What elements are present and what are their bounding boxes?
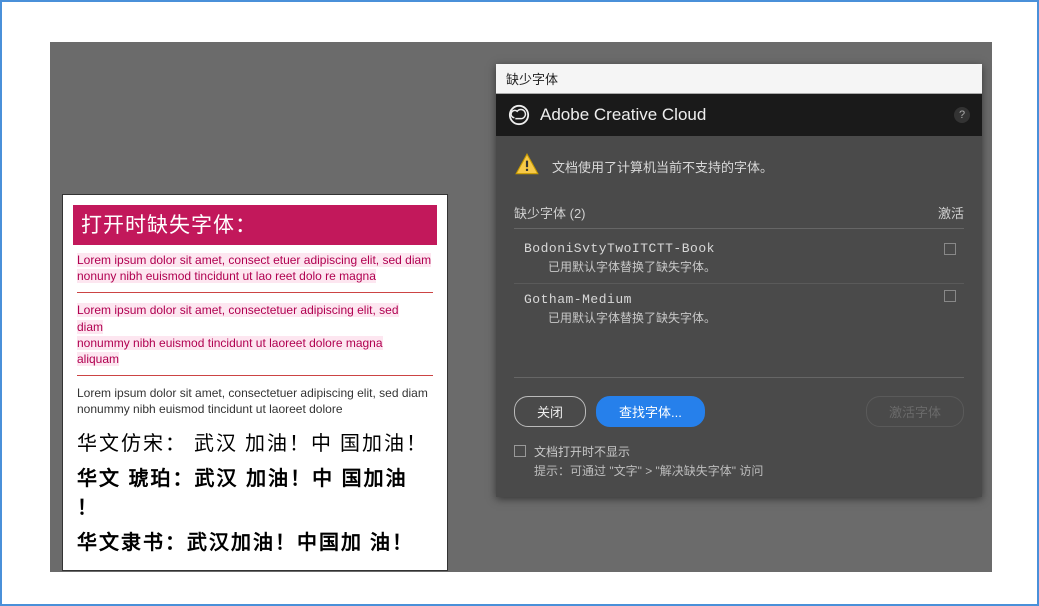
activate-column-label: 激活	[938, 203, 964, 222]
creative-cloud-title: Adobe Creative Cloud	[540, 105, 706, 125]
font-status: 已用默认字体替换了缺失字体。	[524, 258, 964, 275]
font-list[interactable]: BodoniSvtyTwoITCTT-Book 已用默认字体替换了缺失字体。 G…	[514, 228, 964, 378]
paragraph-3: Lorem ipsum dolor sit amet, consectetuer…	[73, 378, 437, 423]
canvas-workarea: 打开时缺失字体： Lorem ipsum dolor sit amet, con…	[50, 42, 992, 572]
activate-checkbox[interactable]	[944, 290, 956, 302]
warning-text: 文档使用了计算机当前不支持的字体。	[552, 157, 773, 176]
dont-show-checkbox[interactable]	[514, 445, 526, 457]
cjk-line-3: 华文隶书：武汉加油！中国加 油！	[73, 523, 437, 558]
font-list-item[interactable]: Gotham-Medium 已用默认字体替换了缺失字体。	[514, 283, 964, 330]
document-preview: 打开时缺失字体： Lorem ipsum dolor sit amet, con…	[62, 194, 448, 571]
creative-cloud-icon	[508, 104, 530, 126]
font-name: Gotham-Medium	[524, 292, 964, 307]
missing-fonts-dialog: 缺少字体 Adobe Creative Cloud ? 文档使用了计算机当前不支…	[496, 64, 982, 497]
cjk-line-2: 华文 琥珀：武汉 加油！中 国加油 ！	[73, 459, 437, 523]
divider	[77, 292, 433, 293]
dialog-titlebar[interactable]: 缺少字体	[496, 64, 982, 94]
font-list-item[interactable]: BodoniSvtyTwoITCTT-Book 已用默认字体替换了缺失字体。	[514, 237, 964, 279]
paragraph-2: Lorem ipsum dolor sit amet, consectetuer…	[73, 295, 437, 373]
close-button[interactable]: 关闭	[514, 396, 586, 427]
footer-hint: 提示：可通过 "文字" > "解决缺失字体" 访问	[534, 462, 763, 479]
dont-show-label: 文档打开时不显示	[534, 443, 763, 460]
find-fonts-button[interactable]: 查找字体...	[596, 396, 705, 427]
activate-checkbox[interactable]	[944, 243, 956, 255]
font-list-title: 缺少字体 (2)	[514, 203, 586, 222]
divider	[77, 375, 433, 376]
help-icon[interactable]: ?	[954, 107, 970, 123]
paragraph-1: Lorem ipsum dolor sit amet, consect etue…	[73, 245, 437, 290]
activate-fonts-button: 激活字体	[866, 396, 964, 427]
cjk-line-1: 华文仿宋： 武汉 加油！中 国加油！	[73, 424, 437, 459]
font-list-header: 缺少字体 (2) 激活	[514, 203, 964, 228]
font-status: 已用默认字体替换了缺失字体。	[524, 309, 964, 326]
warning-icon	[514, 152, 540, 181]
warning-row: 文档使用了计算机当前不支持的字体。	[514, 152, 964, 181]
creative-cloud-header: Adobe Creative Cloud ?	[496, 94, 982, 136]
document-heading: 打开时缺失字体：	[73, 205, 437, 245]
font-name: BodoniSvtyTwoITCTT-Book	[524, 241, 964, 256]
